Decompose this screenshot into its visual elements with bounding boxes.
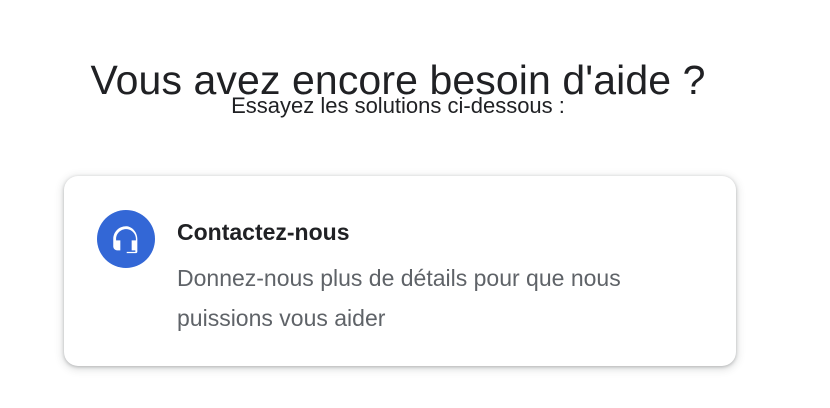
page-subtitle: Essayez les solutions ci-dessous : (231, 93, 565, 118)
headset-support-icon (97, 210, 155, 268)
card-title: Contactez-nous (177, 219, 350, 245)
contact-us-card[interactable]: Contactez-nous Donnez-nous plus de détai… (64, 176, 736, 366)
card-description: Donnez-nous plus de détails pour que nou… (177, 265, 621, 331)
